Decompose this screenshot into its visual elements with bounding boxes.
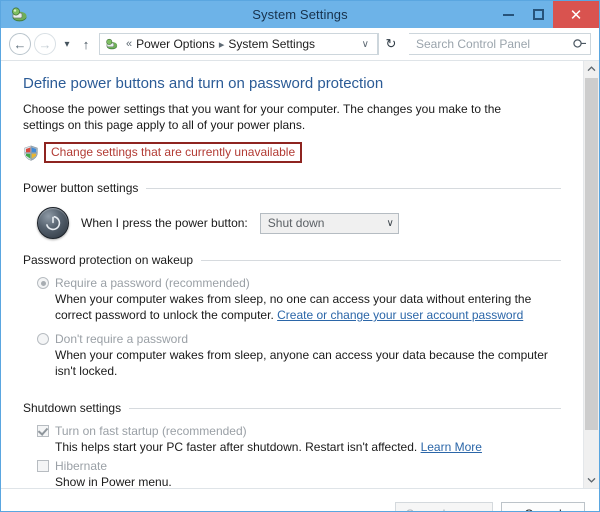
option-hibernate[interactable]: Hibernate Show in Power menu.	[37, 459, 561, 488]
minimize-icon	[502, 13, 514, 16]
power-button-action-select[interactable]: Shut down ∨	[259, 212, 399, 234]
option-dont-require-password[interactable]: Don't require a password When your compu…	[37, 332, 561, 379]
option-header: Require a password (recommended)	[37, 276, 561, 290]
description-text: This helps start your PC faster after sh…	[55, 440, 421, 454]
option-description-require-password: When your computer wakes from sleep, no …	[55, 291, 561, 323]
breadcrumb-separator-icon: ▸	[218, 38, 225, 51]
checkbox-fast-startup[interactable]	[37, 425, 49, 437]
save-changes-label: Save changes	[406, 507, 482, 512]
page-title: Define power buttons and turn on passwor…	[23, 75, 384, 92]
forward-button[interactable]: →	[34, 33, 56, 55]
option-header: Turn on fast startup (recommended)	[37, 424, 561, 438]
chevron-down-icon[interactable]: ∨	[356, 39, 375, 50]
option-header: Hibernate	[37, 459, 561, 473]
option-label-hibernate: Hibernate	[55, 459, 108, 473]
title-bar: System Settings ✕	[1, 1, 599, 28]
radio-require-password[interactable]	[37, 277, 49, 289]
option-label-require-password: Require a password (recommended)	[55, 276, 250, 290]
section-label-password-protection: Password protection on wakeup	[23, 253, 194, 267]
option-label-fast-startup: Turn on fast startup (recommended)	[55, 424, 247, 438]
content-area: Define power buttons and turn on passwor…	[1, 61, 599, 488]
scrollbar-thumb[interactable]	[585, 78, 598, 430]
radio-dont-require-password[interactable]	[37, 333, 49, 345]
option-label-dont-require-password: Don't require a password	[55, 332, 189, 346]
uac-shield-icon	[23, 145, 39, 161]
scroll-up-button[interactable]	[584, 61, 599, 77]
up-button[interactable]: ↑	[77, 33, 95, 55]
section-shutdown-settings: Shutdown settings	[23, 401, 561, 415]
cancel-button[interactable]: Cancel	[501, 502, 585, 512]
settings-pane: Define power buttons and turn on passwor…	[1, 61, 583, 488]
option-fast-startup[interactable]: Turn on fast startup (recommended) This …	[37, 424, 561, 455]
page-intro: Choose the power settings that you want …	[23, 102, 502, 132]
power-button-row: When I press the power button: Shut down…	[37, 207, 561, 239]
breadcrumb-overflow-icon[interactable]: «	[122, 38, 136, 50]
change-settings-link[interactable]: Change settings that are currently unava…	[51, 145, 295, 159]
option-require-password[interactable]: Require a password (recommended) When yo…	[37, 276, 561, 323]
power-button-label: When I press the power button:	[81, 216, 248, 230]
refresh-icon: ↻	[385, 36, 397, 51]
breadcrumb-power-options-icon	[104, 37, 119, 52]
checkbox-hibernate[interactable]	[37, 460, 49, 472]
breadcrumb-item-power-options[interactable]: Power Options	[136, 37, 215, 51]
option-header: Don't require a password	[37, 332, 561, 346]
close-button[interactable]: ✕	[553, 1, 599, 28]
option-description-dont-require-password: When your computer wakes from sleep, any…	[55, 348, 548, 378]
refresh-button[interactable]: ↻	[378, 33, 403, 55]
option-description-hibernate: Show in Power menu.	[55, 475, 172, 488]
section-power-button-settings: Power button settings	[23, 181, 561, 195]
save-changes-button[interactable]: Save changes	[394, 502, 493, 512]
power-button-icon	[37, 207, 69, 239]
option-description-fast-startup: This helps start your PC faster after sh…	[55, 439, 561, 455]
learn-more-link[interactable]: Learn More	[421, 440, 482, 454]
vertical-scrollbar[interactable]	[583, 61, 599, 488]
section-label-power-button: Power button settings	[23, 181, 139, 195]
breadcrumb-item-system-settings[interactable]: System Settings	[228, 37, 315, 51]
breadcrumb[interactable]: « Power Options ▸ System Settings ∨	[99, 33, 378, 55]
section-password-protection: Password protection on wakeup	[23, 253, 561, 267]
minimize-button[interactable]	[493, 1, 523, 28]
scroll-down-button[interactable]	[584, 472, 599, 488]
power-options-icon	[9, 5, 29, 25]
chevron-down-icon: ∨	[386, 217, 394, 229]
section-divider	[146, 187, 561, 189]
maximize-icon	[532, 9, 544, 20]
navigation-bar: ← → ▾ ↑ « Power Options ▸ System Setting…	[1, 28, 599, 61]
section-label-shutdown: Shutdown settings	[23, 401, 122, 415]
dialog-footer: Save changes Cancel wsxdn.com	[1, 488, 599, 512]
search-placeholder: Search Control Panel	[416, 37, 531, 51]
cancel-label: Cancel	[524, 507, 561, 512]
section-divider	[201, 259, 561, 261]
recent-locations-button[interactable]: ▾	[59, 33, 75, 55]
create-change-password-link[interactable]: Create or change your user account passw…	[277, 308, 523, 322]
uac-highlight-box: Change settings that are currently unava…	[44, 142, 303, 163]
uac-change-settings-row[interactable]: Change settings that are currently unava…	[23, 142, 303, 163]
maximize-button[interactable]	[523, 1, 553, 28]
close-icon: ✕	[569, 6, 583, 24]
search-input[interactable]: Search Control Panel	[409, 33, 591, 55]
system-settings-window: System Settings ✕ ← → ▾ ↑ « Power Option…	[0, 0, 600, 512]
section-divider	[129, 407, 561, 409]
back-button[interactable]: ←	[9, 33, 31, 55]
window-controls: ✕	[493, 1, 599, 28]
power-button-action-value: Shut down	[267, 216, 325, 230]
